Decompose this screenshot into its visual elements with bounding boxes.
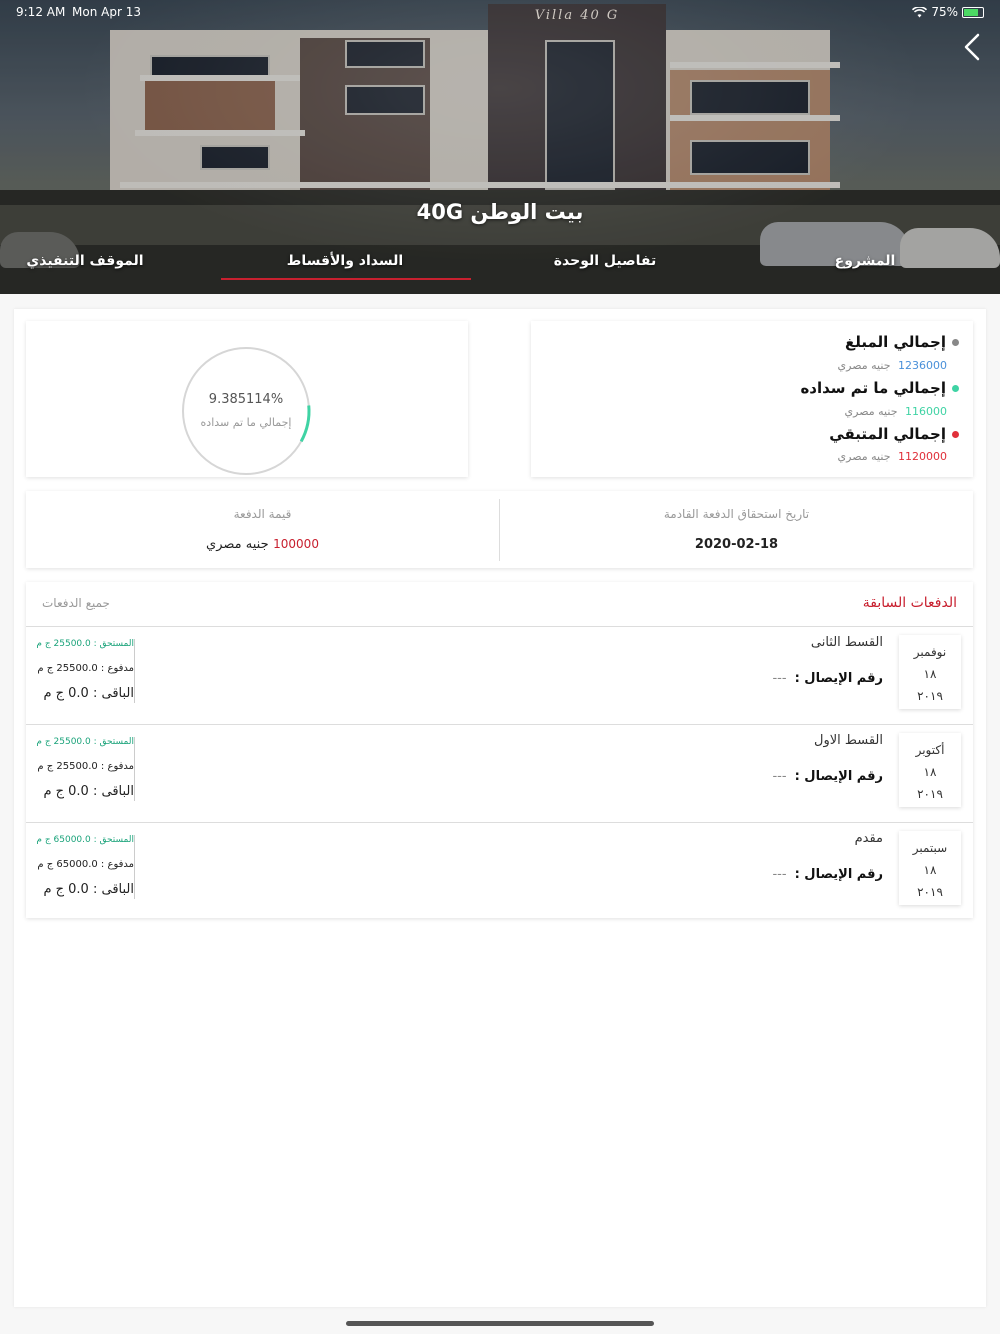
receipt-number: رقم الإيصال : --- [772, 671, 883, 686]
amount-remaining: الباقى : 0.0 ج م [43, 686, 134, 701]
payment-date-box: نوفمبر ١٨ ٢٠١٩ [899, 635, 961, 709]
total-dot-icon [952, 338, 959, 346]
project-title: بيت الوطن 40G [416, 200, 584, 224]
payment-year: ٢٠١٩ [917, 787, 943, 801]
amount-paid: مدفوع : 25500.0 ج م [37, 761, 134, 772]
project-hero-image: Villa 40 G 9:12 AM Mon Apr 13 75% بيت ال… [0, 0, 1000, 294]
tab-payments[interactable]: السداد والأقساط [250, 253, 440, 269]
due-date-label: تاريخ استحقاق الدفعة القادمة [663, 507, 810, 521]
receipt-label: رقم الإيصال : [794, 769, 883, 784]
remaining-label: إجمالي المتبقي [829, 425, 946, 443]
payment-amounts: المستحق : 25500.0 ج م مدفوع : 25500.0 ج … [30, 737, 134, 799]
progress-ring-arc [181, 346, 311, 476]
payment-year: ٢٠١٩ [917, 689, 943, 703]
status-date: Mon Apr 13 [72, 5, 141, 19]
home-indicator[interactable] [346, 1321, 654, 1326]
divider [134, 835, 135, 899]
payment-row[interactable]: نوفمبر ١٨ ٢٠١٩ القسط الثانى رقم الإيصال … [26, 627, 973, 725]
payment-date-box: سبتمبر ١٨ ٢٠١٩ [899, 831, 961, 905]
amount-value: 100000 جنيه مصري [26, 537, 499, 552]
amount-remaining: الباقى : 0.0 ج م [43, 784, 134, 799]
payment-row[interactable]: سبتمبر ١٨ ٢٠١٩ مقدم رقم الإيصال : --- الم… [26, 823, 973, 921]
battery-icon [962, 6, 984, 18]
payment-month: أكتوبر [915, 743, 945, 757]
installment-name: مقدم [854, 831, 883, 846]
amount-due: المستحق : 65000.0 ج م [36, 835, 134, 845]
paid-progress-card: 9.385114% إجمالي ما تم سداده [26, 321, 468, 477]
remaining-dot-icon [952, 430, 959, 438]
total-amount: 1236000 جنيه مصري [838, 359, 947, 372]
tab-bar: المشروع تفاصيل الوحدة السداد والأقساط ال… [0, 248, 1000, 288]
remaining-amount-row: إجمالي المتبقي [829, 425, 959, 443]
payments-header: الدفعات السابقة جميع الدفعات [26, 582, 973, 627]
status-time: 9:12 AM [16, 5, 66, 19]
status-bar: 9:12 AM Mon Apr 13 75% [0, 0, 1000, 24]
payment-date-box: أكتوبر ١٨ ٢٠١٩ [899, 733, 961, 807]
back-chevron-icon[interactable] [960, 32, 986, 62]
battery-percent: 75% [931, 5, 958, 19]
previous-payments-card: الدفعات السابقة جميع الدفعات نوفمبر ١٨ ٢… [26, 582, 973, 918]
amount-remaining: الباقى : 0.0 ج م [43, 882, 134, 897]
amount-due: المستحق : 25500.0 ج م [36, 737, 134, 747]
tab-project[interactable]: المشروع [780, 253, 950, 269]
remaining-amount: 1120000 جنيه مصري [838, 450, 947, 463]
wifi-icon [912, 6, 928, 17]
payment-day: ١٨ [923, 667, 937, 681]
amount-due: المستحق : 25500.0 ج م [36, 639, 134, 649]
remaining-amount-value: 1120000 [898, 450, 947, 463]
payment-month: نوفمبر [913, 645, 947, 659]
progress-percent: 9.385114% [208, 392, 284, 407]
divider [134, 639, 135, 703]
installment-name: القسط الثانى [810, 635, 883, 650]
payment-year: ٢٠١٩ [917, 885, 943, 899]
payment-month: سبتمبر [912, 841, 948, 855]
payment-amounts: المستحق : 25500.0 ج م مدفوع : 25500.0 ج … [30, 639, 134, 701]
amount-number: 100000 [273, 537, 319, 551]
payment-day: ١٨ [923, 765, 937, 779]
receipt-label: رقم الإيصال : [794, 867, 883, 882]
currency-label: جنيه مصري [837, 359, 891, 372]
status-indicators: 75% [912, 5, 984, 19]
payment-day: ١٨ [923, 863, 937, 877]
receipt-label: رقم الإيصال : [794, 671, 883, 686]
progress-label: إجمالي ما تم سداده [200, 416, 292, 429]
paid-amount: 116000 جنيه مصري [845, 405, 947, 418]
paid-dot-icon [952, 384, 959, 392]
payments-screen: Villa 40 G 9:12 AM Mon Apr 13 75% بيت ال… [0, 0, 1000, 1334]
active-tab-indicator [221, 278, 471, 280]
paid-amount-value: 116000 [905, 405, 947, 418]
total-amount-value: 1236000 [898, 359, 947, 372]
receipt-value: --- [772, 671, 787, 686]
tab-unit-details[interactable]: تفاصيل الوحدة [520, 253, 690, 269]
previous-payments-title: الدفعات السابقة [862, 595, 957, 611]
installment-name: القسط الاول [814, 733, 883, 748]
next-due-date: تاريخ استحقاق الدفعة القادمة 2020-02-18 [500, 507, 973, 552]
paid-amount-row: إجمالي ما تم سداده [800, 379, 959, 397]
progress-ring [181, 346, 311, 476]
amount-paid: مدفوع : 25500.0 ج م [37, 663, 134, 674]
payment-amounts: المستحق : 65000.0 ج م مدفوع : 65000.0 ج … [30, 835, 134, 897]
divider [134, 737, 135, 801]
content-panel: إجمالي المبلغ 1236000 جنيه مصري إجمالي م… [14, 309, 986, 1307]
due-date-value: 2020-02-18 [694, 537, 779, 552]
currency-label: جنيه مصري [844, 405, 898, 418]
tab-construction-status[interactable]: الموقف التنفيذي [10, 253, 160, 269]
receipt-value: --- [772, 769, 787, 784]
receipt-number: رقم الإيصال : --- [772, 769, 883, 784]
currency-label: جنيه مصري [206, 537, 269, 552]
total-amount-row: إجمالي المبلغ [845, 333, 959, 351]
receipt-number: رقم الإيصال : --- [772, 867, 883, 882]
receipt-value: --- [772, 867, 787, 882]
currency-label: جنيه مصري [837, 450, 891, 463]
amount-paid: مدفوع : 65000.0 ج م [37, 859, 134, 870]
next-amount: قيمة الدفعة 100000 جنيه مصري [26, 507, 499, 552]
divider [499, 499, 500, 561]
total-label: إجمالي المبلغ [845, 333, 946, 351]
paid-label: إجمالي ما تم سداده [800, 379, 946, 397]
all-payments-link[interactable]: جميع الدفعات [42, 596, 110, 610]
payment-row[interactable]: أكتوبر ١٨ ٢٠١٩ القسط الاول رقم الإيصال :… [26, 725, 973, 823]
next-payment-card: تاريخ استحقاق الدفعة القادمة 2020-02-18 … [26, 491, 973, 568]
amount-label: قيمة الدفعة [233, 507, 292, 521]
totals-summary-card: إجمالي المبلغ 1236000 جنيه مصري إجمالي م… [531, 321, 973, 477]
